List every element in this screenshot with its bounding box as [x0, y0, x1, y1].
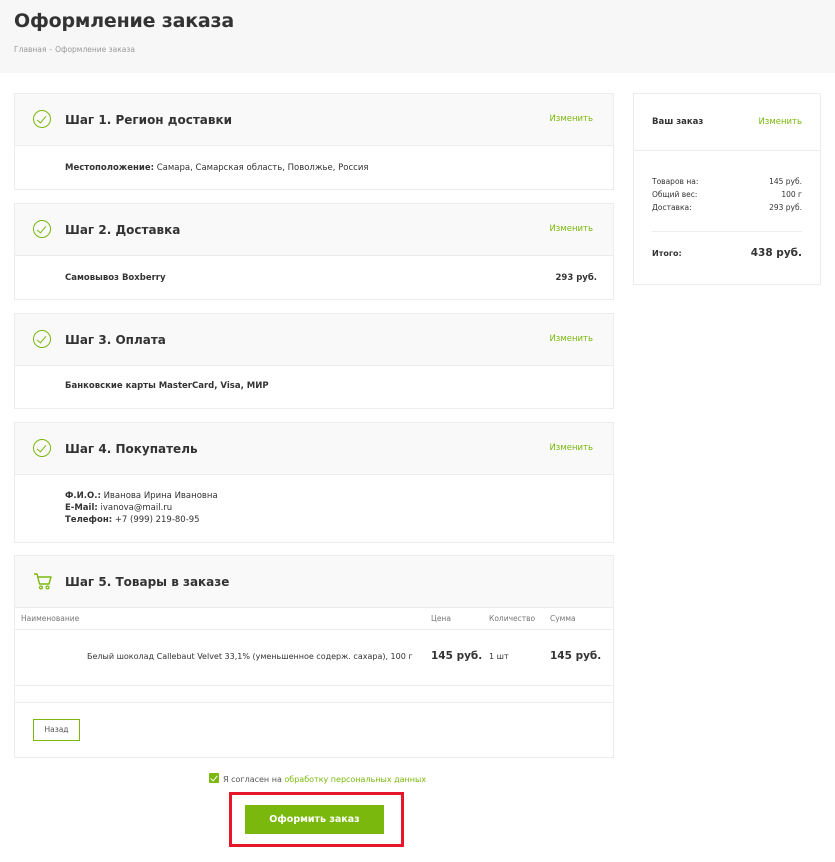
table-row: Белый шоколад Callebaut Velvet 33,1% (ум… [15, 630, 613, 686]
step-buyer: Шаг 4. Покупатель Изменить Ф.И.О.: Ивано… [14, 422, 614, 543]
summary-label: Товаров на: [652, 177, 699, 186]
product-sum: 145 руб. [550, 650, 602, 662]
product-price: 145 руб. [431, 650, 483, 662]
total-label: Итого: [652, 249, 682, 258]
summary-value: 145 руб. [769, 177, 802, 186]
buyer-info: Ф.И.О.: Иванова Ирина Ивановна E-Mail: i… [65, 490, 218, 526]
summary-line-weight: Общий вес: 100 г [652, 190, 802, 199]
summary-change-link[interactable]: Изменить [758, 117, 802, 127]
fio-value: Иванова Ирина Ивановна [103, 491, 218, 501]
order-summary: Ваш заказ Изменить Товаров на: 145 руб. … [633, 93, 821, 285]
step-title: Шаг 3. Оплата [65, 333, 166, 347]
email-value: ivanova@mail.ru [100, 503, 173, 513]
location-value: Самара, Самарская область, Поволжье, Рос… [156, 163, 369, 173]
buyer-fio: Ф.И.О.: Иванова Ирина Ивановна [65, 490, 218, 502]
location-info: Местоположение: Самара, Самарская област… [65, 162, 368, 174]
buyer-phone: Телефон: +7 (999) 219-80-95 [65, 514, 218, 526]
submit-order-button[interactable]: Оформить заказ [245, 805, 384, 834]
phone-value: +7 (999) 219-80-95 [114, 515, 200, 525]
delivery-method: Самовывоз Boxberry [65, 273, 166, 283]
step-header: Шаг 3. Оплата Изменить [15, 314, 613, 366]
change-link[interactable]: Изменить [549, 224, 593, 234]
breadcrumb: Главная - Оформление заказа [14, 45, 135, 54]
step-header: Шаг 1. Регион доставки Изменить [15, 94, 613, 146]
summary-line-delivery: Доставка: 293 руб. [652, 203, 802, 212]
step-header: Шаг 4. Покупатель Изменить [15, 423, 613, 475]
change-link[interactable]: Изменить [549, 114, 593, 124]
page-title: Оформление заказа [14, 10, 234, 32]
agreement: Я согласен на обработку персональных дан… [209, 773, 426, 784]
payment-method: Банковские карты MasterCard, Visa, МИР [65, 381, 269, 391]
email-label: E-Mail: [65, 503, 98, 513]
change-link[interactable]: Изменить [549, 334, 593, 344]
agreement-link[interactable]: обработку персональных данных [284, 775, 426, 784]
check-circle-icon [33, 110, 51, 128]
step-actions: Назад [15, 703, 613, 758]
agreement-checkbox[interactable] [209, 773, 219, 783]
change-link[interactable]: Изменить [549, 443, 593, 453]
summary-value: 100 г [781, 190, 802, 199]
table-footer [15, 686, 613, 703]
cart-icon [34, 573, 52, 590]
breadcrumb-current: Оформление заказа [55, 45, 135, 54]
product-qty: 1 шт [489, 652, 509, 661]
agreement-text: Я согласен на [223, 775, 282, 784]
location-label: Местоположение: [65, 163, 155, 173]
back-button[interactable]: Назад [33, 719, 80, 741]
check-circle-icon [33, 220, 51, 238]
column-qty: Количество [489, 614, 536, 623]
summary-label: Общий вес: [652, 190, 698, 199]
summary-title: Ваш заказ [652, 117, 704, 127]
table-header: Наименование Цена Количество Сумма [15, 608, 613, 630]
check-circle-icon [33, 439, 51, 457]
buyer-email: E-Mail: ivanova@mail.ru [65, 502, 218, 514]
step-title: Шаг 5. Товары в заказе [65, 575, 230, 589]
summary-value: 293 руб. [769, 203, 802, 212]
summary-divider [652, 231, 802, 232]
step-title: Шаг 2. Доставка [65, 223, 181, 237]
page-header: Оформление заказа Главная - Оформление зак… [0, 0, 835, 73]
step-title: Шаг 1. Регион доставки [65, 113, 233, 127]
column-price: Цена [431, 614, 451, 623]
phone-label: Телефон: [65, 515, 113, 525]
breadcrumb-separator: - [49, 45, 53, 54]
summary-label: Доставка: [652, 203, 692, 212]
check-circle-icon [33, 330, 51, 348]
column-name: Наименование [21, 614, 80, 623]
delivery-price: 293 руб. [555, 273, 598, 283]
step-products: Шаг 5. Товары в заказе Наименование Цена… [14, 555, 614, 758]
breadcrumb-home[interactable]: Главная [14, 45, 46, 54]
total-value: 438 руб. [750, 247, 802, 259]
fio-label: Ф.И.О.: [65, 491, 101, 501]
step-delivery: Шаг 2. Доставка Изменить Самовывоз Boxbe… [14, 203, 614, 300]
product-name[interactable]: Белый шоколад Callebaut Velvet 33,1% (ум… [87, 652, 413, 661]
step-payment: Шаг 3. Оплата Изменить Банковские карты … [14, 313, 614, 409]
step-header: Шаг 5. Товары в заказе [15, 556, 613, 608]
step-header: Шаг 2. Доставка Изменить [15, 204, 613, 256]
step-title: Шаг 4. Покупатель [65, 442, 198, 456]
summary-line-goods: Товаров на: 145 руб. [652, 177, 802, 186]
column-sum: Сумма [550, 614, 576, 623]
summary-header: Ваш заказ Изменить [634, 94, 820, 151]
step-region: Шаг 1. Регион доставки Изменить Местопол… [14, 93, 614, 190]
